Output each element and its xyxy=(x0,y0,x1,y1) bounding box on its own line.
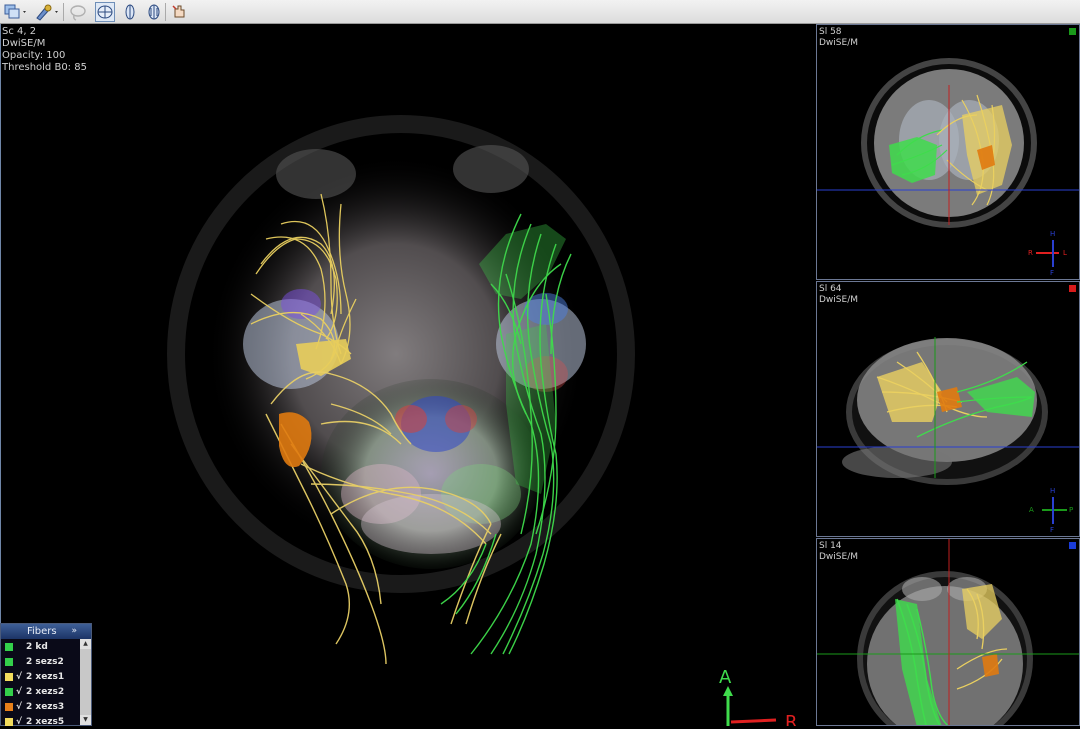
sagittal-brain-image xyxy=(817,337,1079,524)
coronal-brain-image xyxy=(817,58,1079,267)
orient-head-label: H xyxy=(1050,487,1056,495)
orient-anterior-label: A xyxy=(1029,506,1034,514)
main-view-info: Sc 4, 2 DwiSE/M Opacity: 100 Threshold B… xyxy=(2,26,87,74)
pen-tool-button[interactable] xyxy=(33,2,61,22)
axial-brain-render[interactable] xyxy=(1,24,815,726)
fiber-color-swatch[interactable] xyxy=(5,672,13,681)
axis-label-right: R xyxy=(785,712,798,726)
fiber-label: 2 xezs3 xyxy=(26,701,65,712)
fiber-visibility-check[interactable]: √ xyxy=(16,702,26,712)
main-3d-viewport[interactable]: Sc 4, 2 DwiSE/M Opacity: 100 Threshold B… xyxy=(0,24,815,726)
layers-tool-button[interactable] xyxy=(3,2,29,22)
coronal-pane[interactable]: Sl 58 DwiSE/M R L H F xyxy=(816,24,1080,280)
orient-right-label: R xyxy=(1028,249,1033,257)
fiber-visibility-check[interactable]: √ xyxy=(16,672,26,682)
series-info: DwiSE/M xyxy=(2,38,46,49)
hand-tool-button[interactable] xyxy=(170,2,188,22)
fiber-label: 2 xezs5 xyxy=(26,716,65,727)
fiber-label: 2 sezs2 xyxy=(26,656,64,667)
fiber-item[interactable]: 2 kd xyxy=(1,639,91,654)
lasso-icon xyxy=(70,5,86,21)
fibers-panel-header: Fibers » xyxy=(1,624,91,639)
fiber-color-swatch[interactable] xyxy=(5,642,13,651)
threshold-info: Threshold B0: 85 xyxy=(2,62,87,73)
fiber-color-swatch[interactable] xyxy=(5,657,13,666)
fibers-panel-title: Fibers xyxy=(27,626,57,637)
fiber-item[interactable]: √ 2 xezs1 xyxy=(1,669,91,684)
fiber-item[interactable]: √ 2 xezs2 xyxy=(1,684,91,699)
coronal-view-icon xyxy=(125,4,135,20)
orient-foot-label: F xyxy=(1050,269,1055,277)
expand-panel-button[interactable]: » xyxy=(71,624,77,639)
orientation-axes: A R xyxy=(719,667,798,726)
sagittal-view-icon xyxy=(148,4,160,20)
fibers-panel[interactable]: Fibers » 2 kd 2 sezs2 √ 2 xezs1 √ 2 xezs… xyxy=(0,623,92,729)
opacity-info: Opacity: 100 xyxy=(2,50,66,61)
scroll-down-icon[interactable]: ▼ xyxy=(80,715,91,725)
fiber-label: 2 xezs1 xyxy=(26,671,65,682)
lasso-tool-button[interactable] xyxy=(68,2,88,22)
axial-view-button[interactable] xyxy=(95,2,115,22)
fiber-visibility-check[interactable]: √ xyxy=(16,717,26,727)
fiber-item[interactable]: √ 2 xezs3 xyxy=(1,699,91,714)
fiber-item[interactable]: 2 sezs2 xyxy=(1,654,91,669)
orient-left-label: L xyxy=(1063,249,1067,257)
fiber-visibility-check[interactable]: √ xyxy=(16,687,26,697)
axis-label-anterior: A xyxy=(719,667,732,688)
orient-posterior-label: P xyxy=(1069,506,1074,514)
fibers-scrollbar[interactable]: ▲ ▼ xyxy=(80,639,91,725)
fiber-item[interactable]: √ 2 xezs5 xyxy=(1,714,91,729)
orient-foot-label: F xyxy=(1050,526,1055,534)
fiber-color-swatch[interactable] xyxy=(5,687,13,696)
hand-icon xyxy=(172,5,185,18)
layers-icon xyxy=(4,4,26,19)
toolbar xyxy=(0,0,1080,24)
scroll-up-icon[interactable]: ▲ xyxy=(80,639,91,649)
pen-icon xyxy=(36,4,58,21)
axial-view-icon xyxy=(97,5,113,19)
fiber-color-swatch[interactable] xyxy=(5,717,13,726)
fiber-label: 2 kd xyxy=(26,641,48,652)
sagittal-pane[interactable]: Sl 64 DwiSE/M A P H F xyxy=(816,281,1080,537)
axial-brain-image xyxy=(817,539,1079,725)
scan-info: Sc 4, 2 xyxy=(2,26,37,37)
fiber-label: 2 xezs2 xyxy=(26,686,65,697)
orient-head-label: H xyxy=(1050,230,1056,238)
sagittal-view-button[interactable] xyxy=(145,2,163,22)
fiber-color-swatch[interactable] xyxy=(5,702,13,711)
coronal-view-button[interactable] xyxy=(121,2,139,22)
axial-pane[interactable]: Sl 14 DwiSE/M xyxy=(816,538,1080,726)
